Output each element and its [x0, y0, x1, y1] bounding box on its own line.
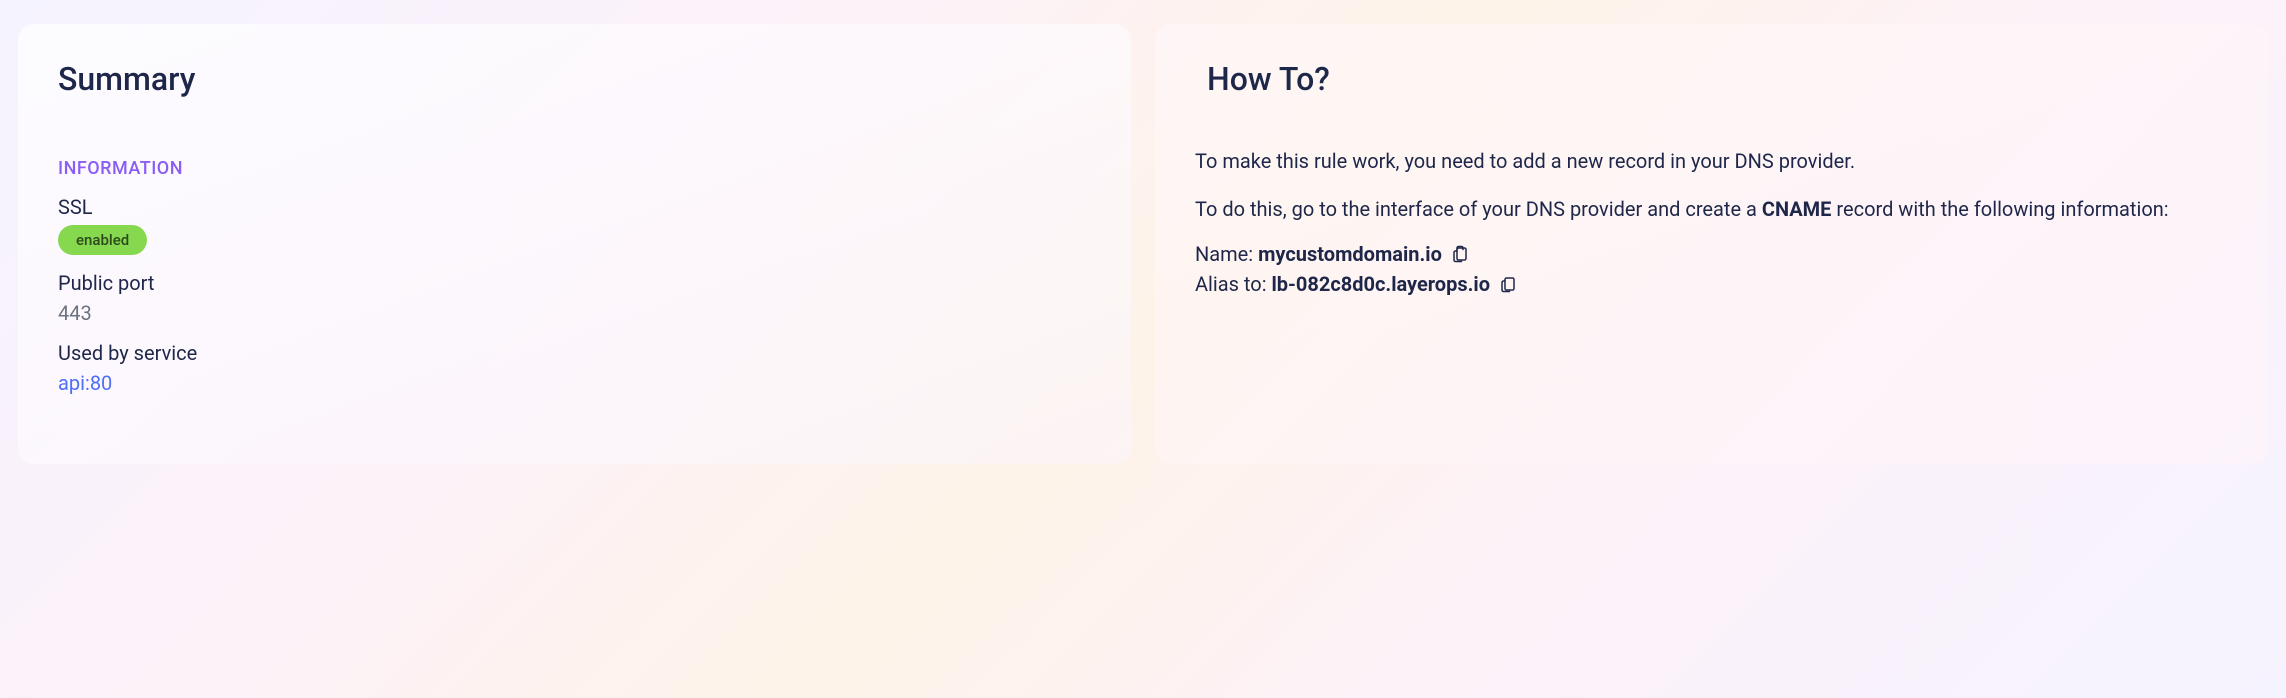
howto-card: How To? To make this rule work, you need… — [1155, 24, 2268, 464]
howto-instruction-prefix: To do this, go to the interface of your … — [1195, 197, 1762, 221]
ssl-status-badge: enabled — [58, 225, 147, 255]
record-name-value: mycustomdomain.io — [1258, 242, 1442, 266]
information-header: INFORMATION — [58, 158, 1091, 179]
record-name-label: Name: — [1195, 242, 1258, 266]
used-by-service-link[interactable]: api:80 — [58, 371, 1091, 395]
howto-title: How To? — [1207, 60, 2228, 98]
summary-title: Summary — [58, 60, 1091, 98]
record-alias-label: Alias to: — [1195, 272, 1272, 296]
ssl-label: SSL — [58, 195, 1091, 219]
howto-instruction-suffix: record with the following information: — [1831, 197, 2168, 221]
used-by-label: Used by service — [58, 341, 1091, 365]
howto-instruction: To do this, go to the interface of your … — [1195, 194, 2228, 224]
record-alias-value: lb-082c8d0c.layerops.io — [1272, 272, 1491, 296]
record-alias-line: Alias to: lb-082c8d0c.layerops.io — [1195, 272, 2228, 296]
copy-icon[interactable] — [1450, 244, 1470, 264]
record-name-line: Name: mycustomdomain.io — [1195, 242, 2228, 266]
public-port-label: Public port — [58, 271, 1091, 295]
howto-intro: To make this rule work, you need to add … — [1195, 146, 2228, 176]
summary-card: Summary INFORMATION SSL enabled Public p… — [18, 24, 1131, 464]
public-port-value: 443 — [58, 301, 1091, 325]
howto-record-type: CNAME — [1762, 197, 1832, 221]
copy-icon[interactable] — [1498, 274, 1518, 294]
